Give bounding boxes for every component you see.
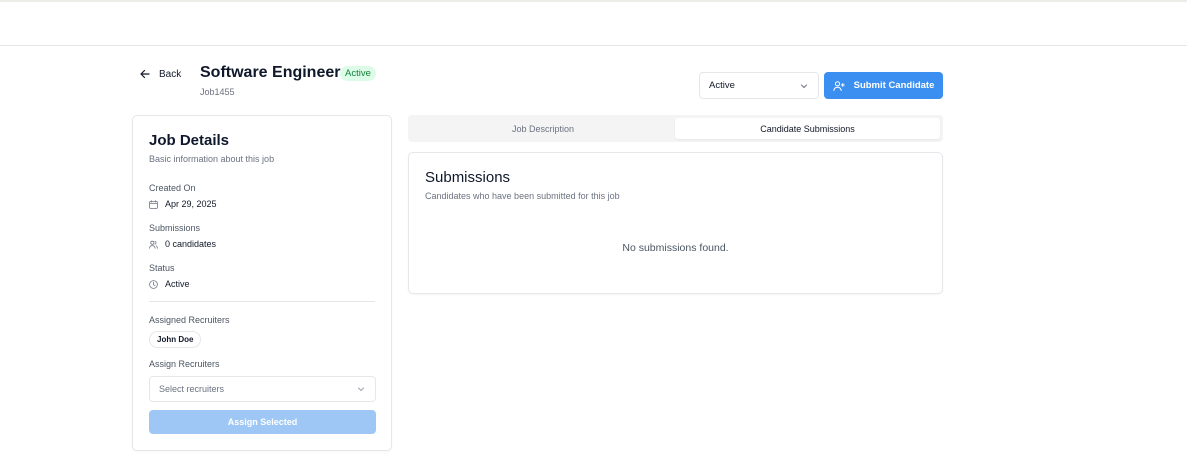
recruiter-chip: John Doe	[149, 331, 202, 348]
recruiters-select-placeholder: Select recruiters	[159, 384, 225, 394]
tab-list: Job Description Candidate Submissions	[408, 115, 943, 142]
job-details-subtitle: Basic information about this job	[149, 154, 275, 164]
submissions-label: Submissions	[149, 223, 201, 233]
recruiters-select[interactable]: Select recruiters	[149, 376, 376, 402]
calendar-icon	[149, 199, 158, 209]
job-id: Job1455	[200, 87, 235, 97]
assign-selected-button[interactable]: Assign Selected	[149, 410, 376, 434]
divider	[149, 301, 375, 302]
top-navbar	[0, 0, 1187, 46]
back-button[interactable]: Back	[140, 67, 181, 81]
submit-candidate-button[interactable]: Submit Candidate	[824, 72, 943, 99]
job-status-value: Active	[709, 80, 735, 91]
job-details-card: Job Details Basic information about this…	[132, 115, 392, 451]
status-badge: Active	[340, 66, 376, 81]
created-on-value: Apr 29, 2025	[149, 199, 217, 209]
empty-state-message: No submissions found.	[622, 242, 729, 254]
back-label: Back	[159, 68, 182, 80]
submissions-subtitle: Candidates who have been submitted for t…	[425, 191, 620, 201]
created-on-label: Created On	[149, 183, 196, 193]
status-text: Active	[165, 279, 190, 289]
created-on-text: Apr 29, 2025	[165, 199, 217, 209]
submissions-card: Submissions Candidates who have been sub…	[408, 152, 943, 294]
submissions-value: 0 candidates	[149, 239, 216, 249]
status-value: Active	[149, 279, 190, 289]
chevron-down-icon	[801, 84, 807, 88]
chevron-down-icon	[358, 387, 364, 391]
assigned-recruiters-label: Assigned Recruiters	[149, 315, 230, 325]
job-status-select[interactable]: Active	[699, 72, 819, 99]
submissions-text: 0 candidates	[165, 239, 217, 249]
tab-candidate-submissions[interactable]: Candidate Submissions	[675, 118, 940, 139]
user-plus-icon	[832, 80, 845, 91]
job-details-title: Job Details	[149, 132, 230, 149]
status-label: Status	[149, 263, 175, 273]
tab-job-description[interactable]: Job Description	[411, 118, 675, 139]
arrow-left-icon	[140, 69, 150, 79]
page-title: Software Engineer	[200, 64, 341, 81]
clock-icon	[149, 279, 158, 289]
assign-recruiters-label: Assign Recruiters	[149, 359, 220, 369]
submit-candidate-label: Submit Candidate	[853, 80, 935, 91]
submissions-title: Submissions	[425, 169, 511, 186]
users-icon	[149, 240, 158, 249]
